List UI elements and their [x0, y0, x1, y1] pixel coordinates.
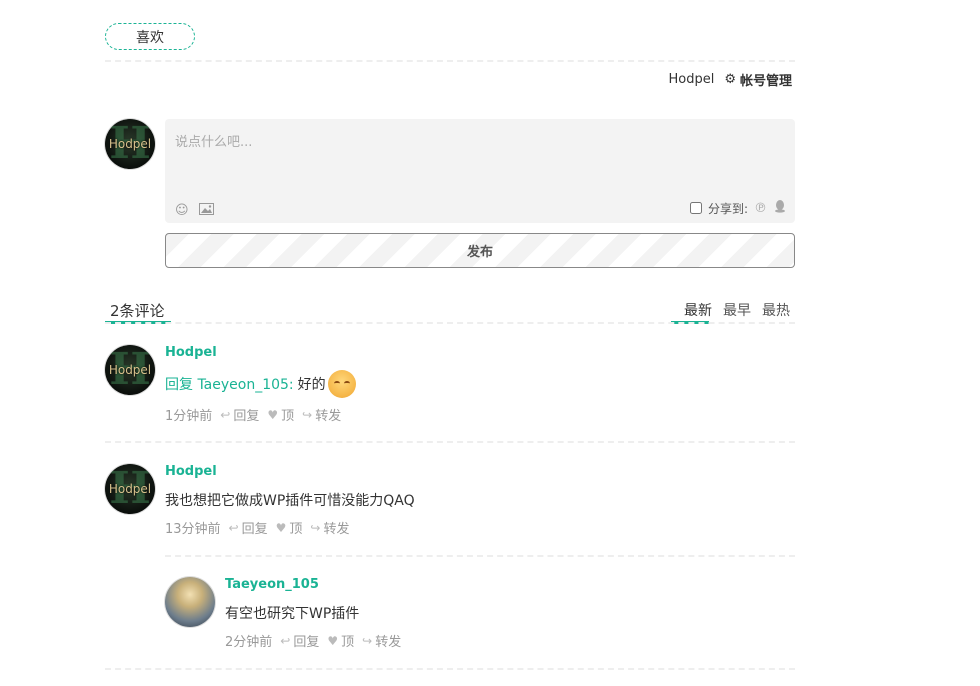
avatar-text: Hodpel [108, 363, 152, 377]
divider [105, 441, 795, 443]
share-button[interactable]: ↪ 转发 [310, 518, 350, 538]
gear-icon: ⚙ [724, 72, 736, 87]
publish-button[interactable]: 发布 [165, 233, 795, 268]
username[interactable]: Hodpel [668, 72, 714, 87]
comment-author[interactable]: Taeyeon_105 [225, 577, 319, 592]
share-label: 转发 [375, 635, 402, 650]
divider [105, 60, 795, 62]
upvote-label: 顶 [341, 635, 355, 650]
avatar[interactable]: H Hodpel [105, 345, 155, 395]
comment-meta: 13分钟前 ↩ 回复 ♥ 顶 ↪ 转发 [165, 518, 350, 538]
tab-hottest[interactable]: 最热 [762, 300, 790, 320]
share-area: 分享到: ℗ [689, 199, 787, 217]
avatar[interactable] [165, 577, 215, 627]
reply-label: 回复 [293, 635, 320, 650]
comment-meta: 2分钟前 ↩ 回复 ♥ 顶 ↪ 转发 [225, 631, 402, 651]
reply-to-link[interactable]: 回复 Taeyeon_105: [165, 374, 294, 394]
divider [165, 555, 795, 557]
divider [105, 668, 795, 670]
upvote-label: 顶 [281, 409, 295, 424]
comment-count: 2条评论 [110, 302, 165, 320]
weibo-icon[interactable]: ℗ [754, 201, 767, 216]
upvote-button[interactable]: ♥ 顶 [275, 518, 303, 538]
sort-tabs: 最新 最早 最热 [684, 300, 790, 320]
forward-icon: ↪ [302, 407, 313, 422]
avatar: H Hodpel [105, 119, 155, 169]
comment-body: 好的 [297, 377, 326, 393]
upvote-button[interactable]: ♥ 顶 [327, 631, 355, 651]
smile-emoji-icon [327, 370, 356, 398]
reply-icon: ↩ [280, 633, 291, 648]
heart-icon: ♥ [275, 520, 287, 535]
share-button[interactable]: ↪ 转发 [362, 631, 402, 651]
comment-time: 2分钟前 [225, 635, 273, 650]
reply-button[interactable]: ↩ 回复 [228, 518, 268, 538]
divider [105, 322, 795, 324]
upvote-label: 顶 [289, 522, 303, 537]
account-settings-link[interactable]: ⚙ 帐号管理 [724, 70, 792, 89]
comment-text: 我也想把它做成WP插件可惜没能力QAQ [165, 493, 415, 509]
composer-tools: ☺ [175, 203, 214, 219]
share-button[interactable]: ↪ 转发 [302, 405, 342, 425]
tab-oldest[interactable]: 最早 [723, 300, 751, 320]
qq-icon[interactable] [773, 199, 787, 217]
image-icon[interactable] [198, 203, 214, 219]
user-bar: Hodpel ⚙ 帐号管理 [668, 70, 792, 89]
reply-label: 回复 [241, 522, 268, 537]
share-checkbox[interactable] [689, 202, 702, 214]
reply-icon: ↩ [228, 520, 239, 535]
comment-time: 13分钟前 [165, 522, 221, 537]
comment-text: 有空也研究下WP插件 [225, 606, 360, 622]
reply-button[interactable]: ↩ 回复 [280, 631, 320, 651]
emoji-icon[interactable]: ☺ [175, 203, 189, 219]
share-label: 分享到: [707, 201, 748, 216]
heart-icon: ♥ [327, 633, 339, 648]
avatar-text: Hodpel [108, 482, 152, 496]
comment-text: 回复 Taeyeon_105: 好的 [165, 370, 356, 398]
share-label: 转发 [323, 522, 350, 537]
reply-button[interactable]: ↩ 回复 [220, 405, 260, 425]
upvote-button[interactable]: ♥ 顶 [267, 405, 295, 425]
comment-author[interactable]: Hodpel [165, 345, 217, 360]
reply-icon: ↩ [220, 407, 231, 422]
account-settings-label: 帐号管理 [739, 74, 792, 89]
comment-author[interactable]: Hodpel [165, 464, 217, 479]
forward-icon: ↪ [310, 520, 321, 535]
comment-meta: 1分钟前 ↩ 回复 ♥ 顶 ↪ 转发 [165, 405, 342, 425]
comment-time: 1分钟前 [165, 409, 213, 424]
share-label: 转发 [315, 409, 342, 424]
avatar[interactable]: H Hodpel [105, 464, 155, 514]
forward-icon: ↪ [362, 633, 373, 648]
heart-icon: ♥ [267, 407, 279, 422]
tab-newest[interactable]: 最新 [684, 300, 712, 320]
comment-placeholder: 说点什么吧... [175, 135, 253, 150]
avatar-text: Hodpel [108, 137, 152, 151]
like-button[interactable]: 喜欢 [105, 23, 195, 50]
reply-label: 回复 [233, 409, 260, 424]
comment-input[interactable]: 说点什么吧... ☺ 分享到: ℗ [165, 119, 795, 223]
